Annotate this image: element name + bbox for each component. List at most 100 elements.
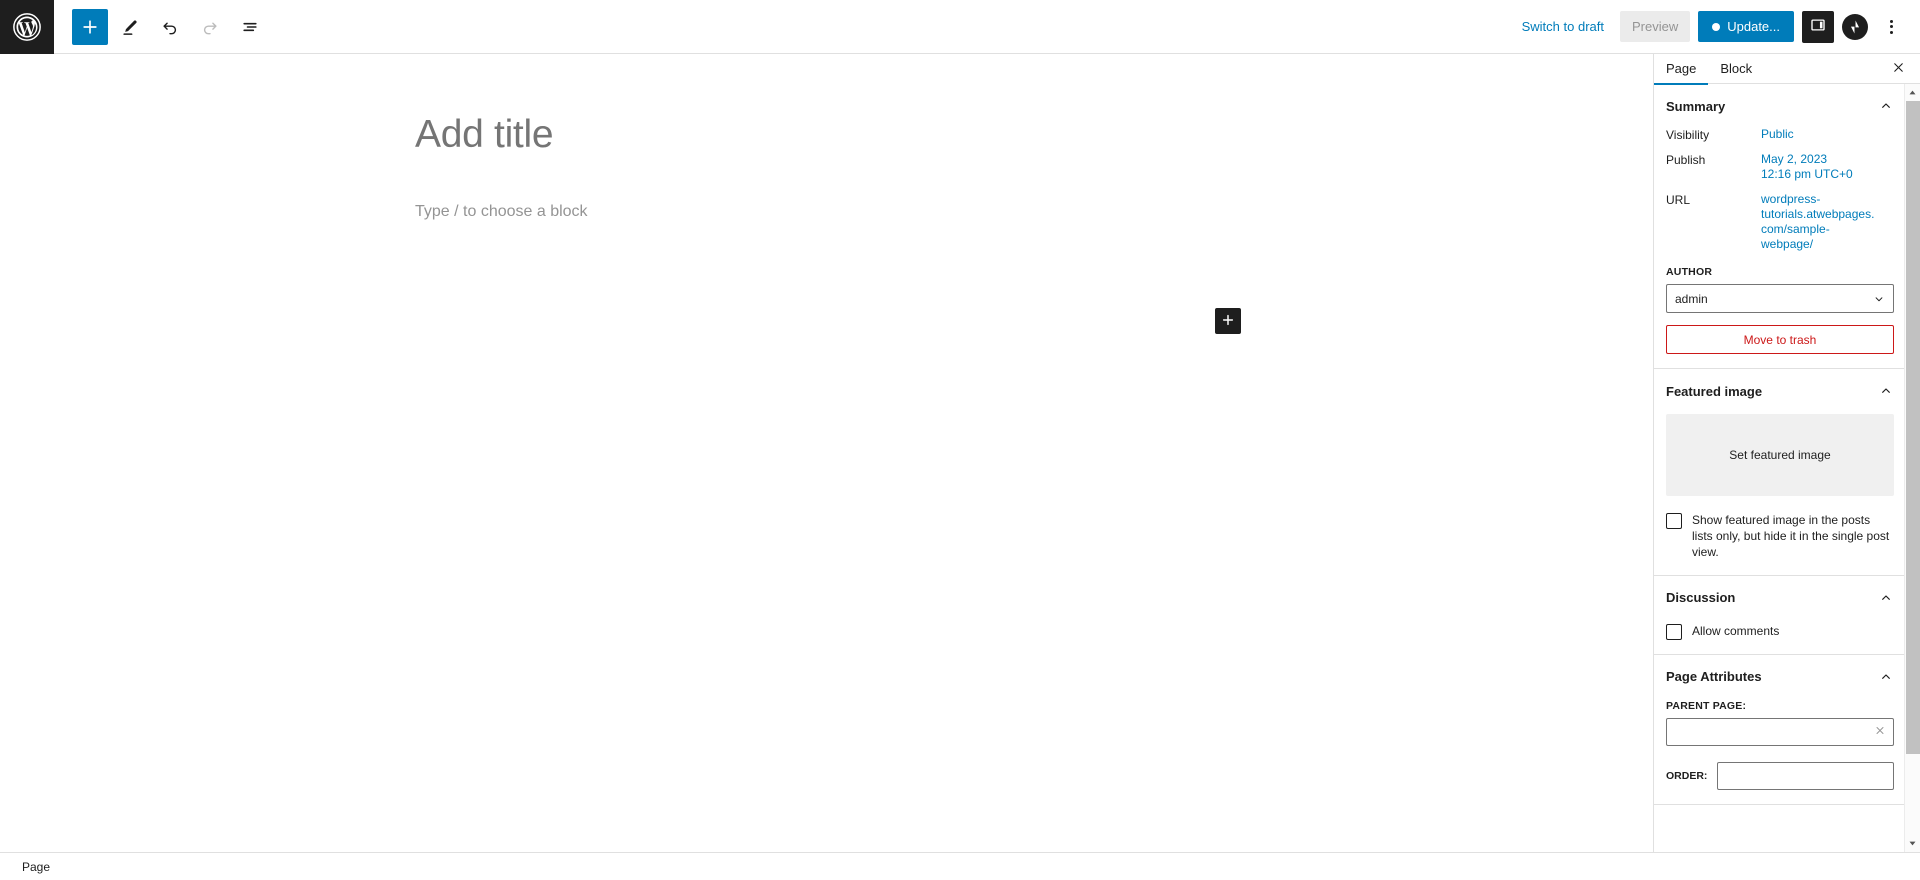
default-block-appender-input[interactable]: Type / to choose a block (0, 203, 1653, 221)
publish-value: May 2, 2023 12:16 pm UTC+0 (1761, 152, 1894, 182)
order-label: ORDER: (1666, 769, 1708, 782)
publish-date: May 2, 2023 (1761, 152, 1828, 166)
visibility-value: Public (1761, 127, 1894, 141)
close-icon (1874, 724, 1886, 739)
more-vertical-icon (1889, 19, 1893, 34)
chevron-up-icon (1878, 669, 1894, 685)
row-visibility: Visibility Public (1666, 127, 1894, 142)
sidebar-tab-list: Page Block (1654, 54, 1920, 85)
sidebar-scrollbar[interactable] (1904, 84, 1920, 852)
scrollbar-track[interactable] (1905, 101, 1920, 835)
wordpress-logo-icon[interactable] (0, 0, 54, 54)
row-url: URL wordpress- tutorials.atwebpages. com… (1666, 192, 1894, 252)
panel-page-attributes-body: PARENT PAGE: ORDER: (1666, 700, 1894, 804)
url-line-4: webpage/ (1761, 237, 1814, 251)
panel-discussion-body: Allow comments (1666, 623, 1894, 654)
switch-to-draft-button[interactable]: Switch to draft (1514, 13, 1612, 40)
block-inserter-button[interactable] (1215, 308, 1241, 334)
caret-up-icon (1909, 90, 1916, 95)
settings-sidebar: Page Block Summary Visibility Public Pub… (1653, 54, 1920, 852)
panel-discussion-title: Discussion (1666, 590, 1736, 606)
plus-icon (80, 17, 100, 37)
update-button[interactable]: Update... (1698, 11, 1794, 42)
undo-icon (160, 17, 180, 37)
url-link[interactable]: wordpress- tutorials.atwebpages. com/sam… (1761, 192, 1894, 252)
top-bar-left-tools (54, 0, 268, 53)
wordpress-block-editor: Switch to draft Preview Update... Add ti… (0, 0, 1920, 880)
parent-page-label: PARENT PAGE: (1666, 699, 1747, 712)
unsaved-changes-dot-icon (1712, 22, 1721, 31)
tools-button[interactable] (112, 9, 148, 45)
tab-page[interactable]: Page (1654, 54, 1709, 85)
url-line-1: wordpress- (1761, 192, 1821, 206)
options-menu-button[interactable] (1876, 11, 1906, 43)
close-icon (1891, 60, 1906, 78)
top-bar-spacer (268, 0, 1514, 53)
update-button-label: Update... (1727, 19, 1780, 34)
sidebar-panel-icon (1809, 16, 1827, 37)
order-row: ORDER: (1666, 761, 1894, 790)
scroll-up-button[interactable] (1904, 84, 1920, 101)
row-publish: Publish May 2, 2023 12:16 pm UTC+0 (1666, 152, 1894, 182)
panel-discussion: Discussion Allow comments (1654, 576, 1906, 655)
top-bar-right-tools: Switch to draft Preview Update... (1514, 0, 1920, 53)
author-label: AUTHOR (1666, 266, 1713, 278)
visibility-link[interactable]: Public (1761, 127, 1794, 141)
pencil-icon (120, 17, 140, 37)
chevron-up-icon (1878, 590, 1894, 606)
panel-featured-image: Featured image Set featured image Show f… (1654, 369, 1906, 576)
panel-summary-body: Visibility Public Publish May 2, 2023 12… (1666, 127, 1894, 368)
caret-down-icon (1909, 841, 1916, 846)
url-line-2: tutorials.atwebpages. (1761, 207, 1875, 221)
preview-button[interactable]: Preview (1619, 11, 1691, 42)
list-view-icon (240, 17, 260, 37)
chevron-up-icon (1878, 98, 1894, 114)
allow-comments-label: Allow comments (1692, 623, 1780, 638)
list-view-button[interactable] (232, 9, 268, 45)
sidebar-scroll-region: Summary Visibility Public Publish May 2,… (1654, 84, 1920, 852)
show-featured-image-checkbox[interactable] (1666, 513, 1682, 529)
publish-date-link[interactable]: May 2, 2023 12:16 pm UTC+0 (1761, 152, 1894, 182)
set-featured-image-button[interactable]: Set featured image (1666, 414, 1894, 496)
clear-parent-page-button[interactable] (1872, 722, 1888, 741)
redo-button[interactable] (192, 9, 228, 45)
undo-button[interactable] (152, 9, 188, 45)
plus-icon (1220, 312, 1236, 331)
add-block-button[interactable] (72, 8, 108, 45)
avatar[interactable] (1842, 13, 1868, 40)
allow-comments-checkbox[interactable] (1666, 623, 1682, 640)
featured-image-visibility-row: Show featured image in the posts lists o… (1666, 512, 1894, 561)
panel-summary-header[interactable]: Summary (1666, 84, 1894, 127)
panel-page-attributes-title: Page Attributes (1666, 669, 1762, 685)
panel-summary: Summary Visibility Public Publish May 2,… (1654, 84, 1906, 369)
panel-discussion-header[interactable]: Discussion (1666, 576, 1894, 619)
parent-page-input[interactable] (1666, 717, 1894, 746)
close-settings-button[interactable] (1884, 54, 1912, 84)
show-featured-image-label: Show featured image in the posts lists o… (1692, 513, 1890, 560)
settings-sidebar-toggle-button[interactable] (1802, 10, 1834, 43)
author-select[interactable]: admin (1666, 284, 1894, 313)
panel-featured-image-header[interactable]: Featured image (1666, 369, 1894, 412)
tab-spacer (1764, 54, 1884, 83)
move-to-trash-button[interactable]: Move to trash (1666, 325, 1894, 354)
url-label: URL (1666, 193, 1691, 207)
scroll-down-button[interactable] (1904, 835, 1920, 852)
document-type-label[interactable]: Page (22, 860, 50, 874)
order-input[interactable] (1717, 761, 1894, 790)
jetpack-logo-icon (1846, 18, 1864, 35)
visibility-label: Visibility (1666, 128, 1710, 142)
panel-page-attributes: Page Attributes PARENT PAGE: ORDER: (1654, 655, 1906, 805)
publish-label: Publish (1666, 153, 1706, 167)
parent-page-input-wrap (1666, 717, 1894, 746)
redo-icon (200, 17, 220, 37)
panel-featured-image-title: Featured image (1666, 383, 1763, 399)
post-title-input[interactable]: Add title (0, 112, 1653, 159)
editor-canvas[interactable]: Add title Type / to choose a block (0, 54, 1653, 852)
document-root: Add title Type / to choose a block (0, 54, 1653, 221)
editor-status-bar: Page (0, 852, 1920, 880)
panel-page-attributes-header[interactable]: Page Attributes (1666, 655, 1894, 698)
url-line-3: com/sample- (1761, 222, 1830, 236)
scrollbar-thumb[interactable] (1905, 101, 1920, 755)
tab-block[interactable]: Block (1708, 54, 1764, 85)
panel-featured-image-body: Set featured image Show featured image i… (1666, 414, 1894, 575)
